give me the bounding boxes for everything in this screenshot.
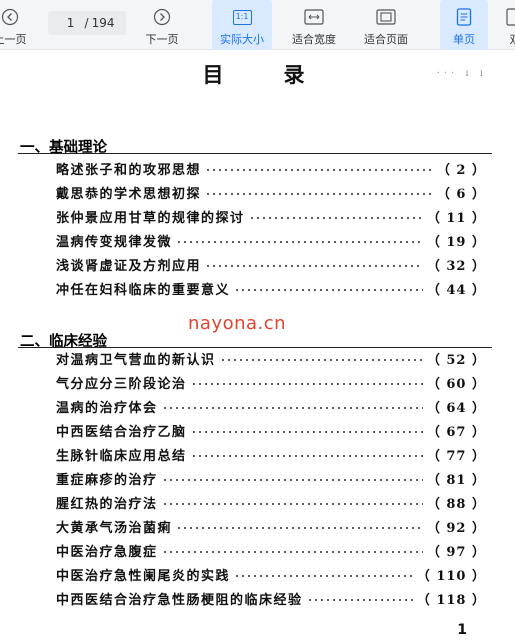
toc-entry-page: （ 81 ） — [426, 472, 486, 488]
toc-entry-page: （ 97 ） — [426, 544, 486, 560]
fit-page-label: 适合页面 — [364, 33, 408, 46]
toc-entry-title: 腥红热的治疗法 — [56, 496, 158, 512]
actual-size-button[interactable]: 1:1 实际大小 — [212, 0, 272, 50]
toc-entry: 温病的治疗体会 （ 64 ） — [56, 395, 486, 417]
leader-dots — [205, 265, 423, 267]
fit-width-label: 适合宽度 — [292, 33, 336, 46]
double-page-button[interactable]: 双 — [500, 0, 515, 50]
document-page: 目录 ··· ı ı 一、基础理论 略述张子和的攻邪思想 （ 2 ） 戴思恭的学… — [0, 50, 515, 644]
toc-entry: 生脉针临床应用总结 （ 77 ） — [56, 443, 486, 465]
leader-dots — [248, 217, 423, 219]
page-number: 1 — [457, 622, 467, 638]
fit-page-button[interactable]: 适合页面 — [356, 0, 416, 50]
toc-entry: 气分应分三阶段论治 （ 60 ） — [56, 371, 486, 393]
prev-page-label: 上一页 — [0, 33, 27, 46]
toc-entry: 中西医结合治疗急性肠梗阻的临床经验 （ 118 ） — [56, 587, 486, 609]
toc-entry: 重症麻疹的治疗 （ 81 ） — [56, 467, 486, 489]
page-number-field: / 194 — [48, 11, 126, 35]
toc-entry-title: 冲任在妇科临床的重要意义 — [56, 282, 231, 298]
toc-entry: 中医治疗急性阑尾炎的实践 （ 110 ） — [56, 563, 486, 585]
toc-entry-page: （ 2 ） — [436, 162, 486, 178]
toc-entry-title: 中西医结合治疗急性肠梗阻的临床经验 — [56, 592, 303, 608]
scan-noise: ··· ı ı — [436, 68, 487, 79]
fit-width-icon — [304, 6, 324, 28]
toc-entry-page: （ 44 ） — [426, 282, 486, 298]
page-current-input[interactable] — [59, 16, 82, 30]
toc-entry-page: （ 118 ） — [416, 592, 486, 608]
toc-entry-title: 略述张子和的攻邪思想 — [56, 162, 202, 178]
toc-entry: 略述张子和的攻邪思想 （ 2 ） — [56, 157, 486, 179]
toc-entry-title: 中西医结合治疗乙脑 — [56, 424, 187, 440]
prev-page-button[interactable]: 上一页 — [0, 0, 34, 50]
toc-entry-title: 温病的治疗体会 — [56, 400, 158, 416]
toc-entry: 张仲景应用甘草的规律的探讨 （ 11 ） — [56, 205, 486, 227]
fit-width-button[interactable]: 适合宽度 — [284, 0, 344, 50]
double-page-icon — [506, 6, 515, 28]
leader-dots — [205, 193, 433, 195]
viewer-toolbar: 上一页 / 194 下一页 1:1 实际大小 适合宽度 适合页面 单页 — [0, 0, 515, 50]
toc-entry-title: 温病传变规律发微 — [56, 234, 173, 250]
toc-entry-page: （ 67 ） — [426, 424, 486, 440]
leader-dots — [219, 359, 423, 361]
toc-entry-title: 生脉针临床应用总结 — [56, 448, 187, 464]
leader-dots — [176, 527, 423, 529]
single-page-label: 单页 — [453, 33, 475, 46]
leader-dots — [176, 241, 423, 243]
toc-entry: 冲任在妇科临床的重要意义 （ 44 ） — [56, 277, 486, 299]
toc-entry: 腥红热的治疗法 （ 88 ） — [56, 491, 486, 513]
toc-entry-page: （ 52 ） — [426, 352, 486, 368]
leader-dots — [306, 599, 413, 601]
leader-dots — [234, 289, 423, 291]
page-total: 194 — [91, 16, 115, 30]
chevron-right-icon — [153, 6, 171, 28]
leader-dots — [190, 455, 423, 457]
toc-entry: 戴思恭的学术思想初探 （ 6 ） — [56, 181, 486, 203]
toc-entry: 温病传变规律发微 （ 19 ） — [56, 229, 486, 251]
leader-dots — [234, 575, 413, 577]
section-rule — [18, 153, 492, 154]
toc-entry-title: 张仲景应用甘草的规律的探讨 — [56, 210, 245, 226]
leader-dots — [161, 479, 423, 481]
toc-entry-page: （ 19 ） — [426, 234, 486, 250]
toc-entry-title: 戴思恭的学术思想初探 — [56, 186, 202, 202]
toc-entry-page: （ 64 ） — [426, 400, 486, 416]
toc-entry: 中医治疗急腹症 （ 97 ） — [56, 539, 486, 561]
toc-entry-title: 中医治疗急腹症 — [56, 544, 158, 560]
toc-entry-title: 对温病卫气营血的新认识 — [56, 352, 216, 368]
toc-entry-title: 气分应分三阶段论治 — [56, 376, 187, 392]
actual-size-icon: 1:1 — [232, 6, 252, 28]
toc-entry-page: （ 6 ） — [436, 186, 486, 202]
toc-entry: 中西医结合治疗乙脑 （ 67 ） — [56, 419, 486, 441]
page-separator: / — [84, 16, 89, 30]
toc-entry-title: 中医治疗急性阑尾炎的实践 — [56, 568, 231, 584]
toc-entry-page: （ 92 ） — [426, 520, 486, 536]
leader-dots — [161, 503, 423, 505]
next-page-label: 下一页 — [145, 33, 179, 46]
chevron-left-icon — [1, 6, 19, 28]
leader-dots — [161, 407, 423, 409]
toc-entry-page: （ 88 ） — [426, 496, 486, 512]
toc-entry-page: （ 110 ） — [416, 568, 486, 584]
toc-entry-title: 浅谈肾虚证及方剂应用 — [56, 258, 202, 274]
toc-entry: 浅谈肾虚证及方剂应用 （ 32 ） — [56, 253, 486, 275]
toc-entry: 大黄承气汤治菌痢 （ 92 ） — [56, 515, 486, 537]
fit-page-icon — [376, 6, 396, 28]
toc-entry-page: （ 77 ） — [426, 448, 486, 464]
leader-dots — [190, 431, 423, 433]
toc-entry-page: （ 32 ） — [426, 258, 486, 274]
leader-dots — [161, 551, 423, 553]
toc-entry-title: 大黄承气汤治菌痢 — [56, 520, 173, 536]
leader-dots — [205, 169, 433, 171]
next-page-button[interactable]: 下一页 — [138, 0, 186, 50]
single-page-icon — [456, 6, 472, 28]
leader-dots — [190, 383, 423, 385]
double-page-label: 双 — [510, 31, 515, 47]
actual-size-label: 实际大小 — [220, 33, 264, 46]
toc-entry: 对温病卫气营血的新认识 （ 52 ） — [56, 347, 486, 369]
toc-entry-page: （ 11 ） — [426, 210, 486, 226]
toc-entry-page: （ 60 ） — [426, 376, 486, 392]
toc-entry-title: 重症麻疹的治疗 — [56, 472, 158, 488]
single-page-button[interactable]: 单页 — [440, 0, 488, 50]
watermark: nayona.cn — [188, 313, 287, 334]
